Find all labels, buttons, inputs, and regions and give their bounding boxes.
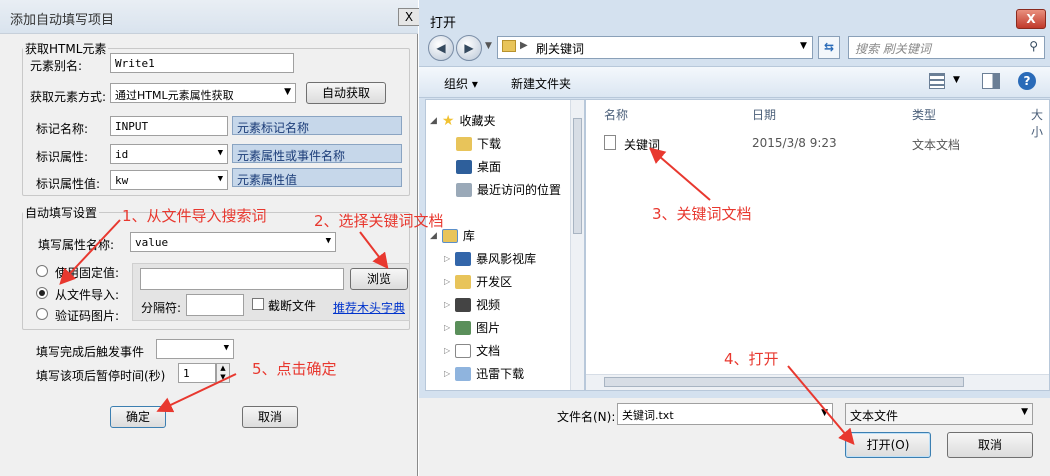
arrow-step3 xyxy=(648,147,711,201)
annotation-step1: 1、从文件导入搜索词 xyxy=(122,207,267,225)
annotation-step2: 2、选择关键词文档 xyxy=(314,212,444,230)
arrow-step2 xyxy=(359,231,389,270)
annotation-step4: 4、打开 xyxy=(724,350,779,368)
arrow-step1 xyxy=(59,219,121,285)
arrow-step5 xyxy=(156,373,237,413)
arrow-step4 xyxy=(787,365,855,446)
annotation-arrows xyxy=(59,147,855,446)
annotation-step5: 5、点击确定 xyxy=(252,360,337,378)
annotation-step3: 3、关键词文档 xyxy=(652,205,752,223)
